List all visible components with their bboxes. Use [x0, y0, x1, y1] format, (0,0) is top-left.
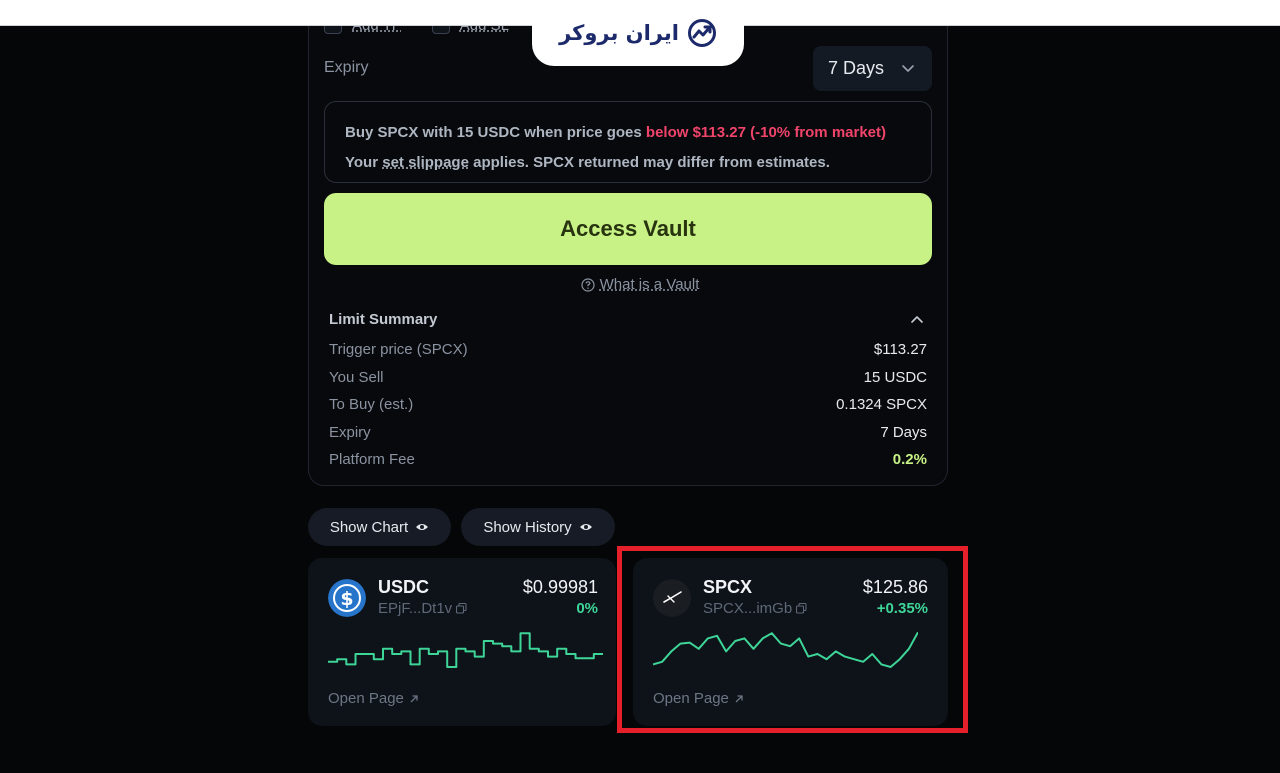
token-address-text: EPjF...Dt1v — [378, 600, 453, 617]
summary-value: 15 USDC — [863, 369, 927, 386]
limit-summary-title: Limit Summary — [329, 311, 438, 328]
question-circle-icon — [581, 277, 595, 292]
summary-row-platform-fee: Platform Fee 0.2% — [329, 451, 927, 468]
brand-logo-text: ایران بروکر — [559, 21, 679, 45]
token-symbol: USDC — [378, 577, 430, 597]
notice-text: applies. SPCX returned may differ from e… — [468, 154, 830, 171]
summary-label: Expiry — [329, 424, 371, 441]
summary-row-expiry: Expiry 7 Days — [329, 424, 927, 441]
summary-row-trigger-price: Trigger price (SPCX) $113.27 — [329, 341, 927, 358]
expiry-dropdown[interactable]: 7 Days — [813, 46, 932, 91]
token-change: 0% — [576, 600, 598, 617]
notice-warning: below $113.27 (-10% from market) — [645, 124, 887, 141]
copy-icon[interactable] — [456, 603, 467, 614]
show-chart-label: Show Chart — [329, 518, 409, 536]
order-notice: Buy SPCX with 15 USDC when price goes be… — [324, 101, 932, 183]
notice-line-1: Buy SPCX with 15 USDC when price goes be… — [345, 118, 911, 148]
growth-chart-icon — [687, 19, 716, 47]
token-address[interactable]: EPjF...Dt1v — [378, 600, 467, 617]
open-page-text: Open Page — [328, 690, 404, 707]
what-is-vault-text: What is a Vault — [599, 276, 700, 293]
summary-value: 7 Days — [880, 424, 927, 441]
what-is-vault-link[interactable]: What is a Vault — [581, 276, 700, 293]
external-arrow-icon — [410, 694, 418, 702]
expiry-label: Expiry — [324, 59, 369, 76]
svg-text:$: $ — [340, 588, 353, 610]
highlight-box — [617, 546, 968, 733]
notice-text: Your — [345, 154, 383, 171]
summary-label: Trigger price (SPCX) — [329, 341, 468, 358]
access-vault-button[interactable]: Access Vault — [324, 193, 932, 265]
chevron-down-icon — [902, 65, 914, 72]
vault-help: What is a Vault — [0, 276, 1280, 293]
summary-row-to-buy: To Buy (est.) 0.1324 SPCX — [329, 396, 927, 413]
summary-row-you-sell: You Sell 15 USDC — [329, 369, 927, 386]
eye-icon — [416, 524, 429, 530]
show-chart-button[interactable]: Show Chart — [308, 508, 451, 546]
slippage-link[interactable]: set slippage — [382, 154, 469, 171]
show-history-label: Show History — [483, 518, 572, 536]
chevron-up-icon[interactable] — [909, 312, 925, 328]
summary-label: To Buy (est.) — [329, 396, 414, 413]
notice-text: Buy SPCX with 15 USDC when price goes — [345, 124, 646, 141]
summary-value: 0.2% — [892, 451, 927, 468]
open-page-link[interactable]: Open Page — [328, 690, 419, 707]
summary-value: $113.27 — [873, 341, 927, 358]
price-sparkline — [328, 632, 603, 668]
brand-logo: ایران بروکر — [532, 0, 744, 66]
summary-label: Platform Fee — [329, 451, 415, 468]
eye-icon — [579, 524, 592, 530]
token-price: $0.99981 — [522, 577, 598, 597]
sparkline-path — [328, 632, 603, 668]
token-card-usdc[interactable]: $ USDC EPjF...Dt1v $0.99981 0% Open Page — [308, 558, 616, 726]
summary-value: 0.1324 SPCX — [836, 396, 927, 413]
summary-label: You Sell — [329, 369, 384, 386]
usdc-logo-icon: $ — [328, 579, 366, 617]
expiry-selected-value: 7 Days — [828, 58, 885, 78]
notice-line-2: Your set slippage applies. SPCX returned… — [345, 148, 911, 178]
show-history-button[interactable]: Show History — [461, 508, 615, 546]
